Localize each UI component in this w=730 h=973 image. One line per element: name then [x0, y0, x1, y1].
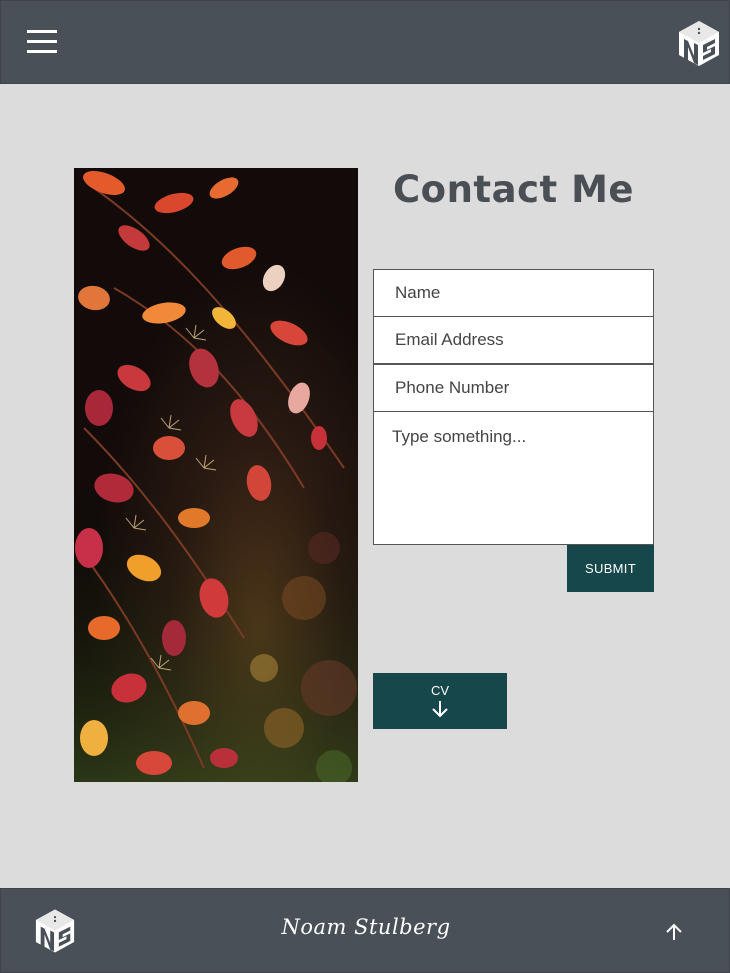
submit-button[interactable]: SUBMIT [567, 545, 654, 592]
message-textarea[interactable] [373, 411, 654, 545]
email-field[interactable] [373, 316, 654, 364]
page-title: Contact Me [393, 168, 634, 211]
phone-field[interactable] [373, 364, 654, 412]
cv-label: CV [430, 683, 450, 698]
cv-download-button[interactable]: CV [373, 673, 507, 729]
top-navbar [0, 0, 730, 84]
ns-cube-logo-icon[interactable] [677, 19, 721, 67]
arrow-down-icon [432, 701, 448, 718]
autumn-leaves-photo [74, 168, 358, 782]
name-field[interactable] [373, 269, 654, 317]
ns-cube-logo-icon[interactable] [34, 907, 76, 954]
arrow-up-icon[interactable] [664, 922, 684, 942]
footer: Noam Stulberg [0, 888, 730, 973]
hamburger-menu-icon[interactable] [27, 28, 57, 55]
signature: Noam Stulberg [281, 915, 451, 939]
